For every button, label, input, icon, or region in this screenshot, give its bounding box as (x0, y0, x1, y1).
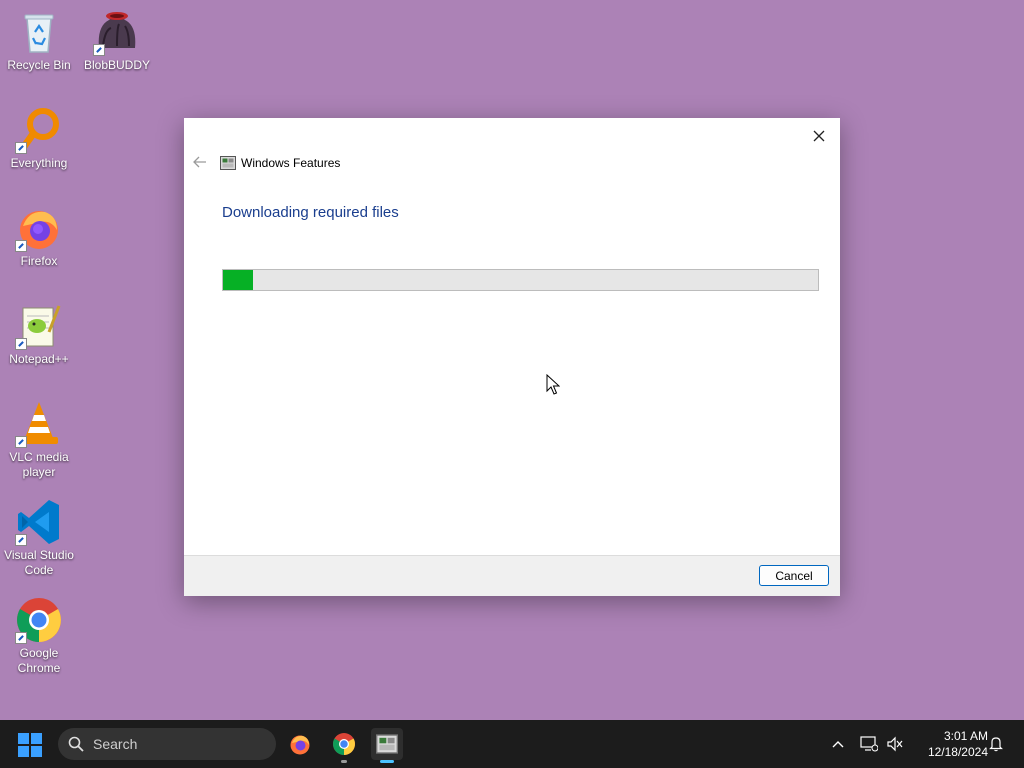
notepadpp-icon (15, 302, 63, 350)
shortcut-arrow-icon (15, 338, 27, 350)
status-heading: Downloading required files (222, 204, 399, 221)
firefox-icon (290, 735, 310, 755)
desktop-icon-label: VLC media player (9, 450, 69, 479)
search-icon (68, 736, 84, 752)
desktop-icon-label: Notepad++ (9, 352, 69, 366)
clock-date: 12/18/2024 (927, 745, 988, 759)
back-button[interactable] (190, 152, 210, 172)
volume-muted-icon (887, 736, 903, 752)
desktop-icon-blobbuddy[interactable]: BlobBUDDY (78, 8, 156, 73)
blobbuddy-icon (93, 8, 141, 56)
close-icon (813, 130, 825, 142)
taskbar-search-box[interactable]: Search (58, 728, 276, 760)
chrome-icon (333, 733, 355, 755)
desktop-icon-label: Firefox (20, 254, 58, 268)
vlc-icon (15, 400, 63, 448)
bell-icon (989, 737, 1003, 752)
windows-logo-icon (18, 733, 42, 757)
notifications-button[interactable] (986, 734, 1006, 754)
close-button[interactable] (804, 122, 834, 150)
show-hidden-icons-button[interactable] (828, 734, 848, 754)
back-arrow-icon (193, 156, 206, 168)
volume-button[interactable] (885, 734, 905, 754)
desktop-icon-chrome[interactable]: Google Chrome (0, 596, 78, 676)
desktop-icon-everything[interactable]: Everything (0, 106, 78, 171)
desktop-icon-recycle-bin[interactable]: Recycle Bin (0, 8, 78, 73)
taskbar: Search 3:01 AM 12/18/2024 (0, 720, 1024, 768)
shortcut-arrow-icon (15, 632, 27, 644)
chrome-icon (15, 596, 63, 644)
taskbar-clock[interactable]: 3:01 AM 12/18/2024 (912, 728, 988, 760)
desktop-icon-label: Recycle Bin (7, 58, 71, 72)
windows-features-dialog: Windows Features Downloading required fi… (184, 118, 840, 596)
download-progress-bar (222, 269, 819, 291)
shortcut-arrow-icon (15, 534, 27, 546)
clock-time: 3:01 AM (943, 729, 988, 743)
recycle-bin-icon (15, 8, 63, 56)
taskbar-chrome-button[interactable] (328, 728, 360, 763)
desktop-icon-label: Google Chrome (17, 646, 61, 675)
dialog-footer: Cancel (184, 555, 840, 596)
windows-features-icon (220, 156, 236, 170)
active-indicator (380, 760, 394, 763)
cancel-button[interactable]: Cancel (759, 565, 829, 586)
mouse-cursor-icon (546, 374, 560, 395)
shortcut-arrow-icon (15, 142, 27, 154)
running-indicator (341, 760, 347, 763)
shortcut-arrow-icon (93, 44, 105, 56)
taskbar-windows-features-button[interactable] (371, 728, 403, 763)
chevron-up-icon (832, 741, 844, 748)
desktop-icon-vscode[interactable]: Visual Studio Code (0, 498, 78, 578)
everything-icon (15, 106, 63, 154)
shortcut-arrow-icon (15, 240, 27, 252)
firefox-icon (15, 204, 63, 252)
windows-features-icon (376, 734, 398, 754)
start-button[interactable] (18, 733, 42, 757)
desktop-icon-label: Everything (10, 156, 68, 170)
search-placeholder: Search (93, 736, 138, 752)
taskbar-firefox-button[interactable] (284, 728, 316, 760)
vscode-icon (15, 498, 63, 546)
desktop-icon-vlc[interactable]: VLC media player (0, 400, 78, 480)
dialog-title: Windows Features (241, 156, 341, 170)
network-icon (860, 736, 878, 752)
desktop-icon-notepadpp[interactable]: Notepad++ (0, 302, 78, 367)
desktop-icon-label: Visual Studio Code (4, 548, 74, 577)
shortcut-arrow-icon (15, 436, 27, 448)
desktop-icon-label: BlobBUDDY (83, 58, 151, 72)
progress-fill (223, 270, 253, 290)
desktop-icon-firefox[interactable]: Firefox (0, 204, 78, 269)
network-status-button[interactable] (859, 734, 879, 754)
